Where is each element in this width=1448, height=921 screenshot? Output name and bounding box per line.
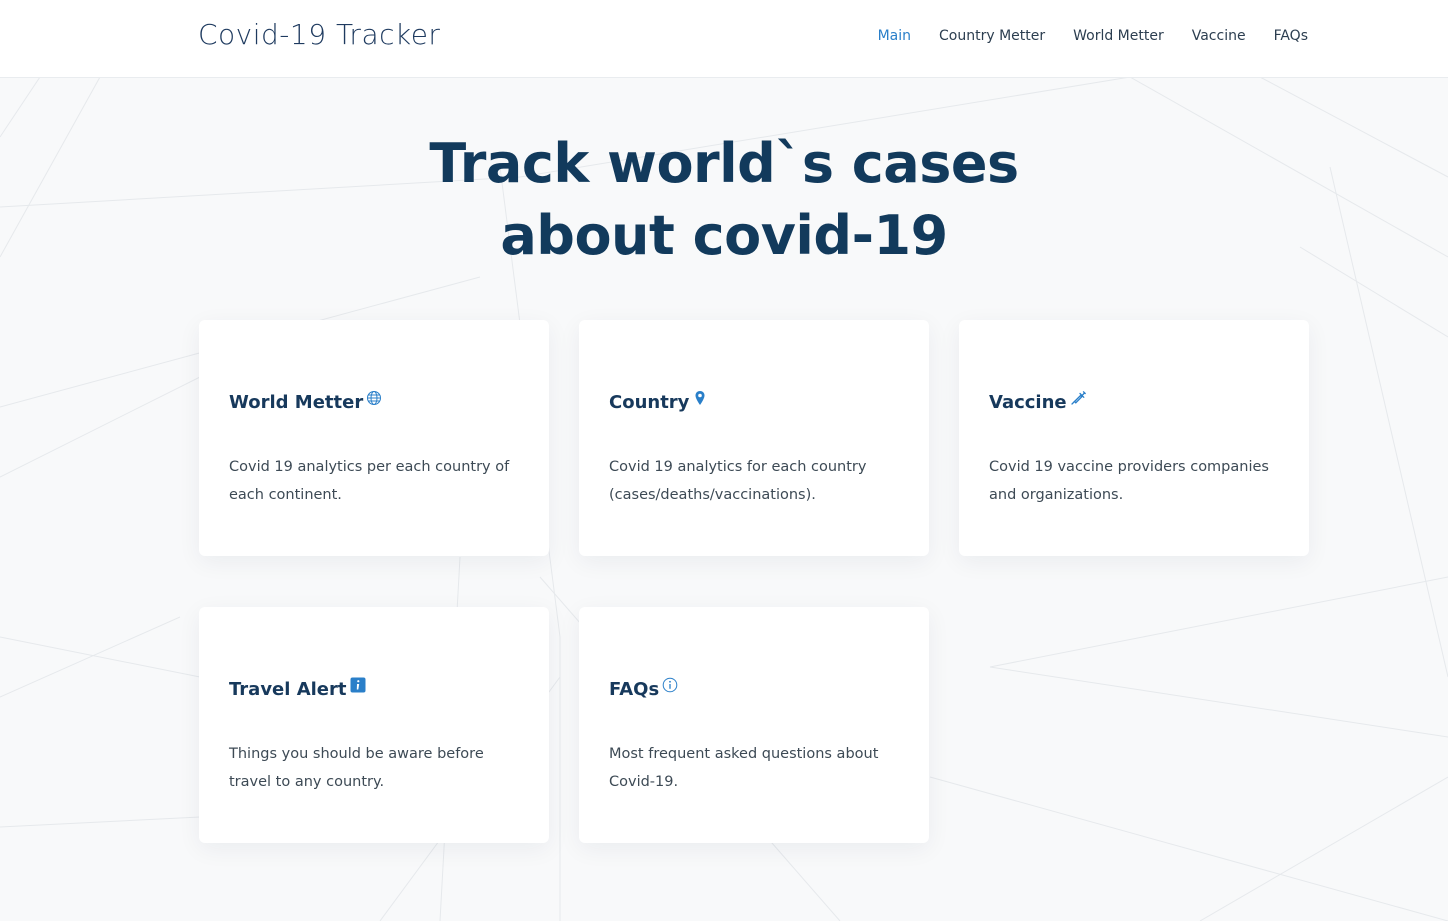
card-description: Covid 19 analytics per each country of e… [229,459,510,503]
nav-country-metter[interactable]: Country Metter [939,28,1045,44]
card-title: World Metter [229,390,382,413]
hero-section: Track world`s cases about covid-19 [0,128,1448,272]
card-description: Covid 19 analytics for each country (cas… [609,459,867,503]
card-country[interactable]: Country Covid 19 analytics for each coun… [579,320,929,556]
card-title: Vaccine [989,390,1086,413]
card-title-label: Country [609,392,690,413]
card-title-label: FAQs [609,679,660,700]
hero-title-line-2: about covid-19 [500,204,948,267]
top-navbar: Covid-19 Tracker Main Country Metter Wor… [0,0,1448,78]
nav-main[interactable]: Main [878,28,911,44]
card-title-label: Vaccine [989,392,1067,413]
card-world-metter[interactable]: World Metter Covid 19 analytics per each… [199,320,549,556]
card-description: Covid 19 vaccine providers companies and… [989,459,1269,503]
card-faqs[interactable]: FAQs Most frequent asked questions about… [579,607,929,843]
main-nav: Main Country Metter World Metter Vaccine… [878,28,1308,44]
card-title: FAQs [609,677,678,700]
nav-world-metter[interactable]: World Metter [1073,28,1164,44]
card-vaccine[interactable]: Vaccine Covid 19 vaccine providers compa… [959,320,1309,556]
nav-vaccine[interactable]: Vaccine [1192,28,1246,44]
card-description: Most frequent asked questions about Covi… [609,746,879,790]
card-title-label: Travel Alert [229,679,347,700]
card-title: Country [609,390,708,413]
card-travel-alert[interactable]: Travel Alert Things you should be aware … [199,607,549,843]
card-title-label: World Metter [229,392,364,413]
syringe-icon [1070,390,1086,406]
card-description: Things you should be aware before travel… [229,746,484,790]
site-logo[interactable]: Covid-19 Tracker [198,18,440,51]
card-title: Travel Alert [229,677,366,700]
hero-title-line-1: Track world`s cases [429,132,1019,195]
hero-title: Track world`s cases about covid-19 [374,128,1074,272]
info-square-icon [350,677,366,693]
nav-faqs[interactable]: FAQs [1274,28,1308,44]
map-pin-icon [692,390,708,406]
globe-icon [366,390,382,406]
info-circle-icon [662,677,678,693]
